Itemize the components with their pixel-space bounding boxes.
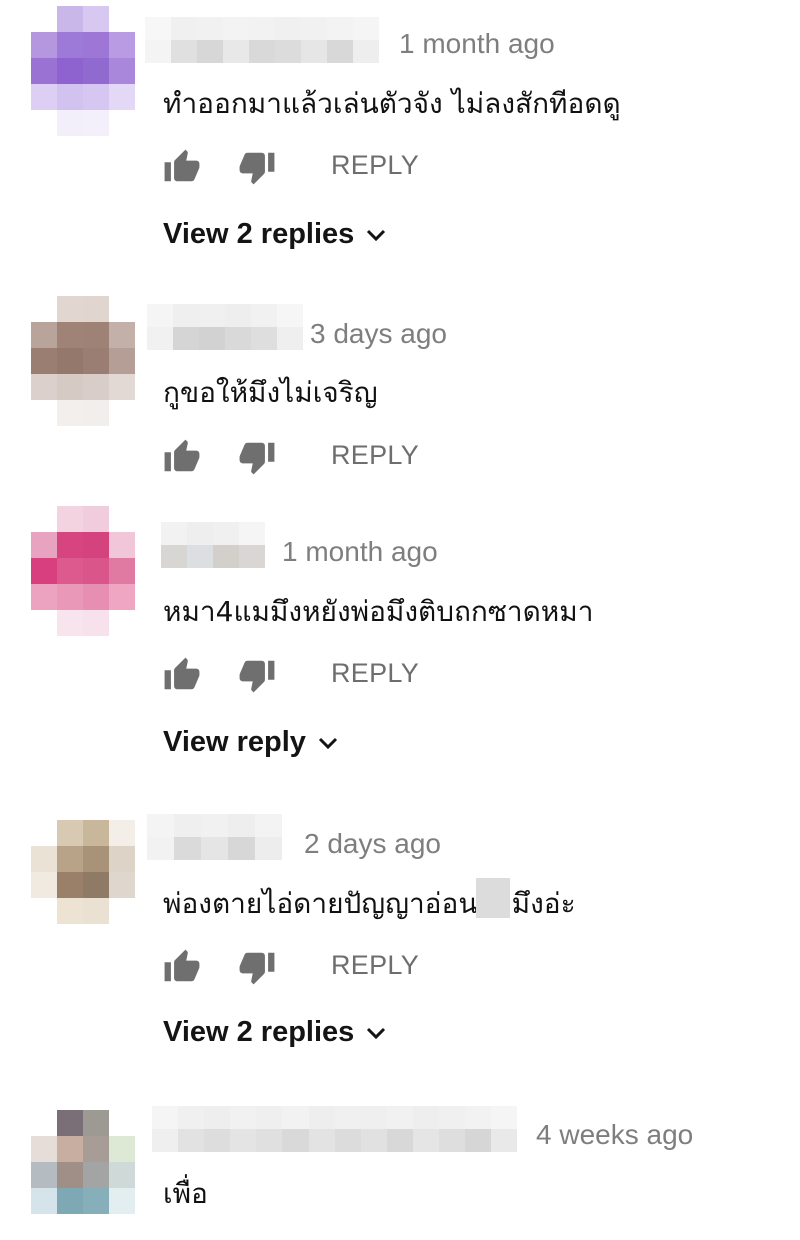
comment-actions: REPLY — [163, 148, 463, 188]
chevron-down-icon — [318, 737, 337, 749]
comment-text-part: ายปัญญาอ่อนนะมึงอ่ะ — [311, 887, 576, 920]
avatar[interactable] — [31, 506, 135, 636]
avatar[interactable] — [31, 1110, 135, 1240]
timestamp[interactable]: 3 days ago — [310, 318, 447, 350]
reply-button[interactable]: REPLY — [331, 150, 419, 181]
reply-button[interactable]: REPLY — [331, 658, 419, 689]
timestamp[interactable]: 4 weeks ago — [536, 1119, 693, 1151]
comment-text: หมา4แมมึงหยังพ่อมึงติบถกซาดหมา — [163, 595, 594, 628]
text-redaction — [476, 878, 510, 918]
view-replies-label: View reply — [163, 726, 306, 758]
thumbs-down-icon[interactable] — [238, 948, 276, 986]
timestamp[interactable]: 2 days ago — [304, 828, 441, 860]
avatar[interactable] — [31, 820, 135, 950]
thumbs-down-icon[interactable] — [238, 148, 276, 186]
username-redacted[interactable] — [147, 814, 282, 860]
view-replies-button[interactable]: View 2 replies — [163, 218, 386, 251]
comment-actions: REPLY — [163, 656, 463, 696]
comment-text: เพื่อ — [163, 1177, 208, 1210]
username-redacted[interactable] — [152, 1106, 518, 1152]
username-redacted[interactable] — [147, 304, 303, 350]
timestamp[interactable]: 1 month ago — [399, 28, 555, 60]
thumbs-up-icon[interactable] — [163, 656, 201, 694]
username-redacted[interactable] — [161, 522, 265, 568]
thumbs-up-icon[interactable] — [163, 948, 201, 986]
avatar[interactable] — [31, 296, 135, 426]
comment-text: กูขอให้มึงไม่เจริญ — [163, 376, 378, 409]
chevron-down-icon — [367, 229, 386, 241]
comment-text: ทำออกมาแล้วเล่นตัวจัง ไม่ลงสักทีอดดู — [163, 87, 621, 120]
timestamp[interactable]: 1 month ago — [282, 536, 438, 568]
view-replies-label: View 2 replies — [163, 218, 355, 250]
username-redacted[interactable] — [145, 17, 379, 63]
comment-text-part: พ่องตายไอ่ด — [163, 887, 312, 920]
comment-actions: REPLY — [163, 438, 463, 478]
thumbs-down-icon[interactable] — [238, 438, 276, 476]
avatar[interactable] — [31, 6, 135, 136]
comment-actions: REPLY — [163, 948, 463, 988]
view-replies-button[interactable]: View reply — [163, 726, 338, 759]
thumbs-down-icon[interactable] — [238, 656, 276, 694]
comment-text: พ่องตายไอ่ดายปัญญาอ่อนนะมึงอ่ะ — [163, 878, 576, 926]
thumbs-up-icon[interactable] — [163, 438, 201, 476]
thumbs-up-icon[interactable] — [163, 148, 201, 186]
reply-button[interactable]: REPLY — [331, 950, 419, 981]
chevron-down-icon — [367, 1027, 386, 1039]
view-replies-button[interactable]: View 2 replies — [163, 1016, 386, 1049]
reply-button[interactable]: REPLY — [331, 440, 419, 471]
view-replies-label: View 2 replies — [163, 1016, 355, 1048]
